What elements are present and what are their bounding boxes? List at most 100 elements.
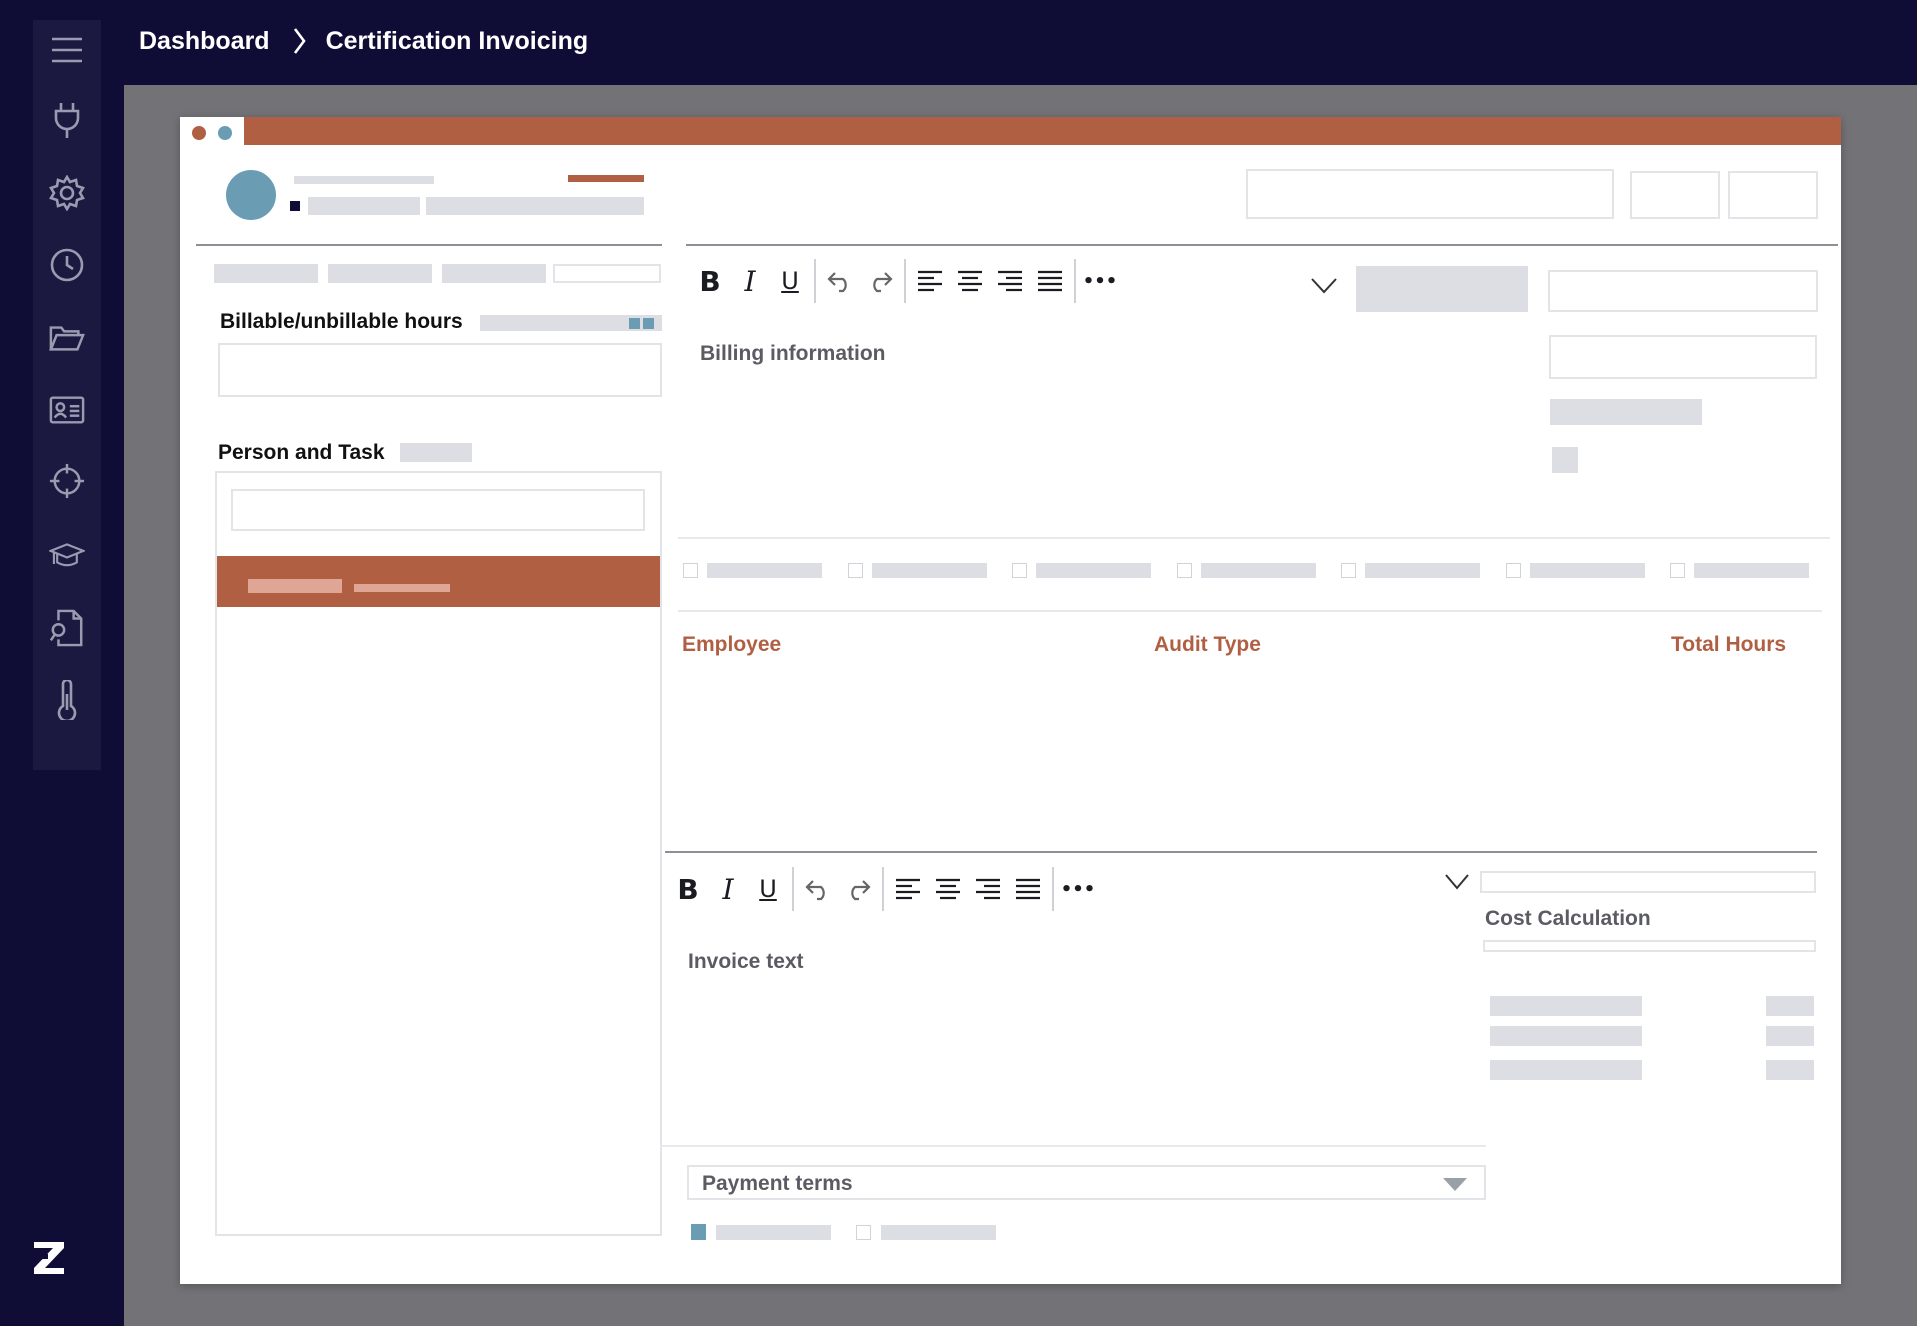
underline-button[interactable]: U bbox=[770, 261, 810, 301]
filter-checkbox[interactable] bbox=[1506, 563, 1521, 578]
align-left-icon[interactable] bbox=[910, 261, 950, 301]
filter-checkbox[interactable] bbox=[848, 563, 863, 578]
bold-button[interactable]: B bbox=[690, 261, 730, 301]
window-close-dot[interactable] bbox=[192, 126, 206, 140]
filter-label-placeholder bbox=[872, 563, 987, 578]
search-input[interactable] bbox=[1246, 169, 1614, 219]
divider bbox=[660, 1145, 1486, 1147]
toggle-square bbox=[643, 318, 654, 329]
undo-icon[interactable] bbox=[820, 261, 860, 301]
italic-button[interactable]: I bbox=[708, 869, 748, 909]
align-justify-icon[interactable] bbox=[1008, 869, 1048, 909]
cost-field-input[interactable] bbox=[1483, 940, 1816, 952]
thermometer-icon[interactable] bbox=[49, 680, 85, 720]
invoice-text-placeholder[interactable]: Invoice text bbox=[688, 950, 804, 974]
window-minimize-dot[interactable] bbox=[218, 126, 232, 140]
filter-label-placeholder bbox=[1036, 563, 1151, 578]
chevron-down-icon[interactable] bbox=[1444, 873, 1470, 896]
underline-button[interactable]: U bbox=[748, 869, 788, 909]
toolbar-separator bbox=[1052, 867, 1054, 911]
column-header-employee[interactable]: Employee bbox=[682, 633, 781, 657]
redo-icon[interactable] bbox=[860, 261, 900, 301]
cost-row-value-placeholder bbox=[1766, 996, 1814, 1016]
align-center-icon[interactable] bbox=[950, 261, 990, 301]
more-button[interactable]: ••• bbox=[1080, 261, 1120, 301]
crosshair-icon[interactable] bbox=[49, 463, 85, 499]
sidebar bbox=[33, 20, 101, 770]
tab-placeholder[interactable] bbox=[442, 264, 546, 283]
person-task-search-input[interactable] bbox=[231, 489, 645, 531]
italic-button[interactable]: I bbox=[730, 261, 770, 301]
filter-checkbox[interactable] bbox=[1012, 563, 1027, 578]
payment-terms-select[interactable]: Payment terms bbox=[687, 1165, 1486, 1200]
invoice-editor-toolbar: B I U ••• bbox=[668, 865, 1098, 913]
billing-field-input[interactable] bbox=[1548, 270, 1818, 312]
toggle-square bbox=[629, 318, 640, 329]
profile-bullet bbox=[290, 201, 300, 211]
filter-label-placeholder bbox=[1530, 563, 1645, 578]
zcompany-logo bbox=[32, 1238, 68, 1278]
billing-editor-toolbar: B I U ••• bbox=[690, 257, 1120, 305]
cost-calculation-title: Cost Calculation bbox=[1485, 907, 1651, 930]
column-header-total-hours[interactable]: Total Hours bbox=[1671, 633, 1786, 657]
list-item-selected[interactable] bbox=[217, 556, 660, 607]
filter-checkbox[interactable] bbox=[1670, 563, 1685, 578]
column-header-audit-type[interactable]: Audit Type bbox=[1154, 633, 1261, 657]
cost-row-label-placeholder bbox=[1490, 1060, 1642, 1080]
tab-placeholder-active[interactable] bbox=[553, 264, 661, 283]
file-search-icon[interactable] bbox=[49, 609, 85, 647]
divider bbox=[196, 244, 662, 246]
filter-checkbox[interactable] bbox=[1341, 563, 1356, 578]
tab-placeholder[interactable] bbox=[214, 264, 318, 283]
profile-meta-placeholder bbox=[426, 197, 644, 215]
list-item-title-placeholder bbox=[248, 579, 342, 593]
folder-icon[interactable] bbox=[49, 320, 85, 356]
cost-field-input[interactable] bbox=[1480, 871, 1816, 893]
billing-field-square bbox=[1552, 447, 1578, 473]
align-center-icon[interactable] bbox=[928, 869, 968, 909]
align-right-icon[interactable] bbox=[990, 261, 1030, 301]
clock-icon[interactable] bbox=[49, 247, 85, 283]
filter-checkbox[interactable] bbox=[683, 563, 698, 578]
tab-placeholder[interactable] bbox=[328, 264, 432, 283]
cost-row-label-placeholder bbox=[1490, 1026, 1642, 1046]
undo-icon[interactable] bbox=[798, 869, 838, 909]
status-accent-bar bbox=[568, 175, 644, 182]
filter-checkbox[interactable] bbox=[1177, 563, 1192, 578]
more-button[interactable]: ••• bbox=[1058, 869, 1098, 909]
divider bbox=[678, 537, 1830, 539]
toolbar-separator bbox=[792, 867, 794, 911]
header-button-1[interactable] bbox=[1630, 171, 1720, 219]
bold-button[interactable]: B bbox=[668, 869, 708, 909]
plug-icon[interactable] bbox=[49, 102, 85, 138]
toolbar-separator bbox=[1074, 259, 1076, 303]
toolbar-separator bbox=[814, 259, 816, 303]
align-right-icon[interactable] bbox=[968, 869, 1008, 909]
breadcrumb-dashboard[interactable]: Dashboard bbox=[139, 27, 270, 56]
chevron-down-icon[interactable] bbox=[1310, 277, 1338, 300]
hours-input[interactable] bbox=[218, 343, 662, 397]
header-button-2[interactable] bbox=[1728, 171, 1818, 219]
payment-option-checkbox[interactable] bbox=[856, 1225, 871, 1240]
person-task-badge bbox=[400, 443, 472, 462]
hours-label: Billable/unbillable hours bbox=[220, 310, 463, 333]
caret-down-icon bbox=[1443, 1178, 1467, 1191]
payment-option-checkbox-checked[interactable] bbox=[691, 1224, 706, 1240]
billing-field-input[interactable] bbox=[1549, 335, 1817, 379]
menu-icon[interactable] bbox=[49, 32, 85, 68]
billing-info-placeholder[interactable]: Billing information bbox=[700, 342, 885, 366]
chevron-right-icon bbox=[293, 28, 306, 54]
gear-icon[interactable] bbox=[49, 175, 85, 211]
profile-name-placeholder bbox=[294, 176, 434, 184]
redo-icon[interactable] bbox=[838, 869, 878, 909]
filter-label-placeholder bbox=[1694, 563, 1809, 578]
person-task-label: Person and Task bbox=[218, 441, 385, 464]
format-select-placeholder[interactable] bbox=[1356, 266, 1528, 312]
filter-label-placeholder bbox=[707, 563, 822, 578]
graduation-cap-icon[interactable] bbox=[49, 537, 85, 573]
filter-label-placeholder bbox=[1201, 563, 1316, 578]
top-bar: Dashboard Certification Invoicing bbox=[0, 0, 1917, 85]
align-justify-icon[interactable] bbox=[1030, 261, 1070, 301]
id-card-icon[interactable] bbox=[49, 392, 85, 428]
align-left-icon[interactable] bbox=[888, 869, 928, 909]
